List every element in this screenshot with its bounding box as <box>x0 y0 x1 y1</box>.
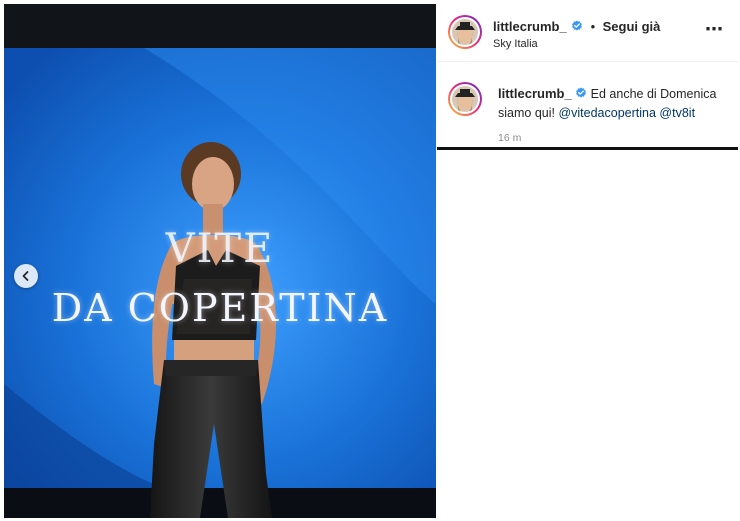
screen-title-line2: DA COPERTINA <box>51 286 389 330</box>
verified-badge-icon <box>572 20 583 31</box>
comments-area <box>437 153 738 518</box>
previous-photo-button[interactable] <box>14 264 38 288</box>
post-sidebar: littlecrumb_ • Segui già Sky Italia ⋯ li… <box>437 4 738 150</box>
avatar-image <box>452 86 478 112</box>
post-location[interactable]: Sky Italia <box>493 38 538 50</box>
header-separator: • <box>590 19 596 34</box>
post-photo[interactable]: VITE DA COPERTINA <box>4 4 436 518</box>
avatar[interactable] <box>448 15 482 49</box>
mention-link[interactable]: @vitedacopertina <box>558 106 655 120</box>
chevron-left-icon <box>22 271 29 281</box>
following-button[interactable]: Segui già <box>603 19 661 34</box>
verified-badge-icon <box>576 87 587 98</box>
avatar-image <box>452 19 478 45</box>
caption-username[interactable]: littlecrumb_ <box>498 86 572 101</box>
screen-title-line1: VITE <box>165 226 275 272</box>
mention-link[interactable]: @tv8it <box>659 106 695 120</box>
caption-text: littlecrumb_ Ed anche di Domenica siamo … <box>498 84 723 123</box>
caption-avatar[interactable] <box>448 82 482 116</box>
post-timestamp[interactable]: 16 m <box>498 132 521 144</box>
more-options-icon[interactable]: ⋯ <box>705 20 724 38</box>
header-title-line: littlecrumb_ • Segui già <box>493 18 660 36</box>
post-header: littlecrumb_ • Segui già Sky Italia ⋯ <box>437 4 738 62</box>
post-username[interactable]: littlecrumb_ <box>493 19 567 34</box>
